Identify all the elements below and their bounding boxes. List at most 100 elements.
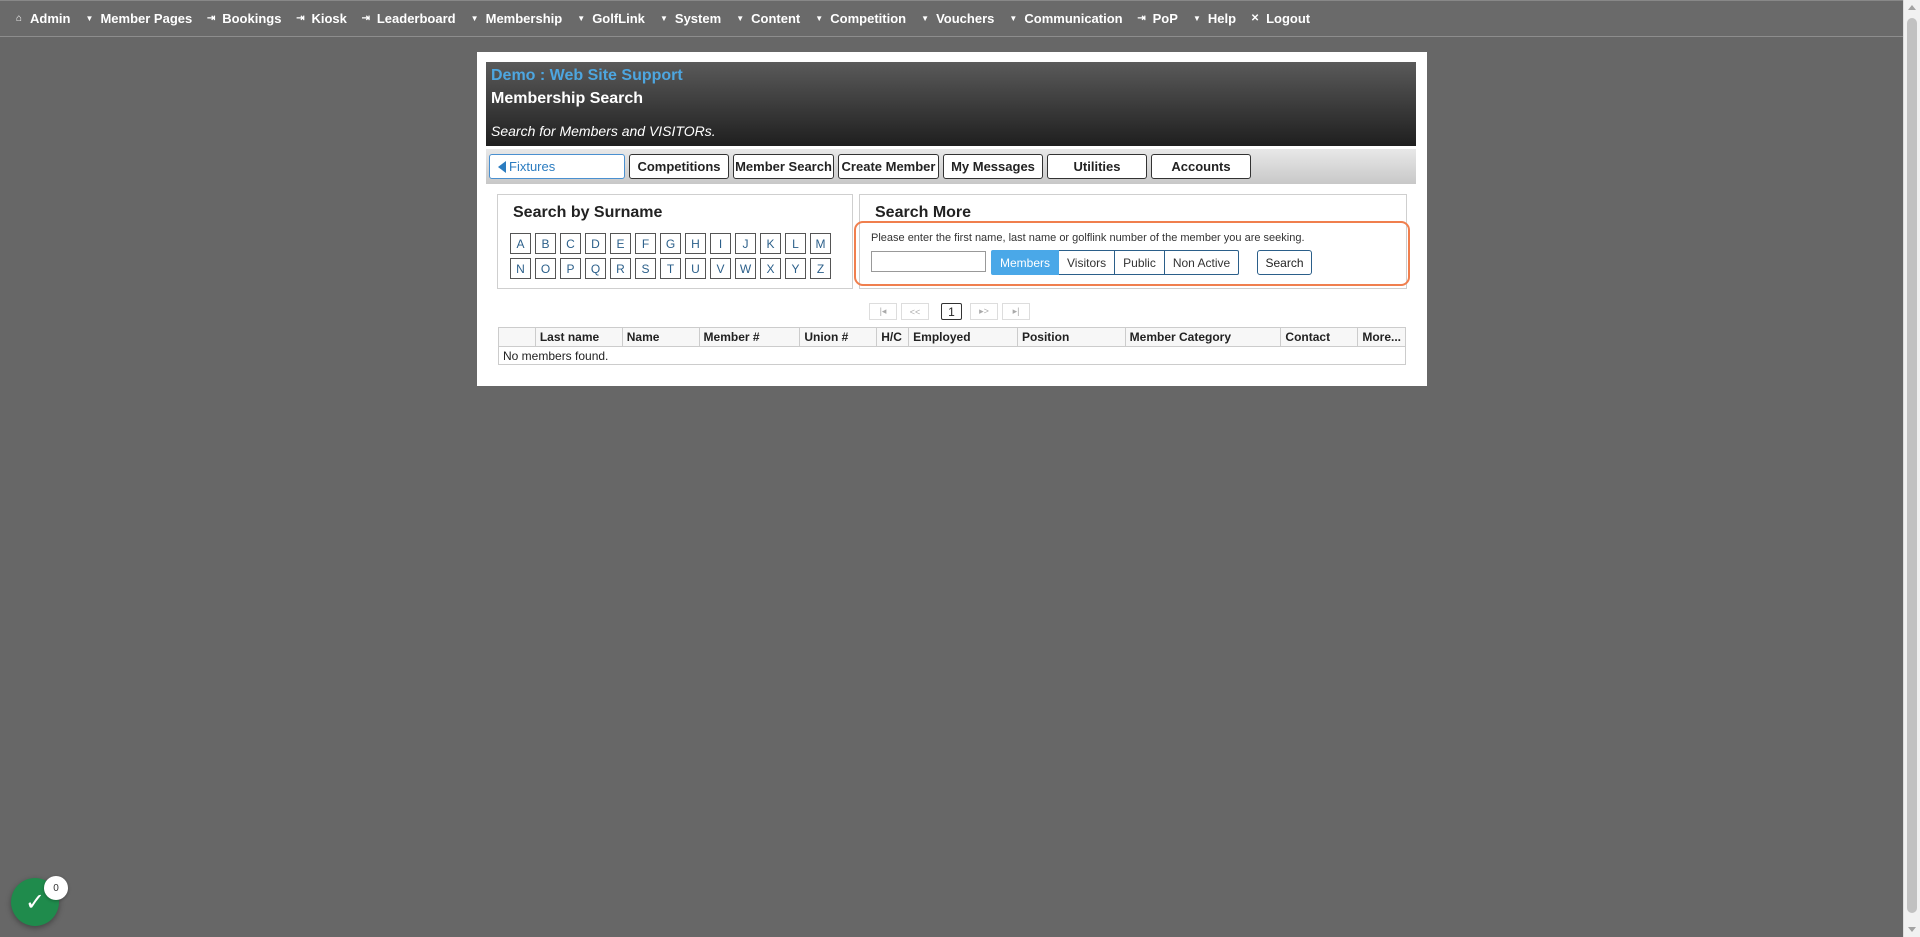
- nav-vouchers[interactable]: ▼ Vouchers: [920, 11, 994, 26]
- letter-button-f[interactable]: F: [635, 233, 656, 254]
- next-page-button[interactable]: ▸>: [970, 303, 998, 320]
- check-icon: ✓: [24, 888, 46, 916]
- nav-admin[interactable]: ⌂ Admin: [14, 11, 70, 26]
- nav-label: System: [674, 11, 722, 26]
- letter-button-n[interactable]: N: [510, 258, 531, 279]
- page-scrollbar[interactable]: [1903, 0, 1920, 937]
- members-table: Last name Name Member # Union # H/C Empl…: [498, 327, 1406, 365]
- letter-button-t[interactable]: T: [660, 258, 681, 279]
- nav-label: GolfLink: [592, 11, 645, 26]
- nav-content[interactable]: ▼ Content: [735, 11, 800, 26]
- nav-communication[interactable]: ▼ Communication: [1008, 11, 1122, 26]
- nav-membership[interactable]: ▼ Membership: [470, 11, 563, 26]
- filter-non-active-button[interactable]: Non Active: [1164, 250, 1240, 275]
- letter-button-w[interactable]: W: [735, 258, 756, 279]
- scroll-thumb[interactable]: [1907, 18, 1917, 913]
- letter-button-u[interactable]: U: [685, 258, 706, 279]
- letter-button-j[interactable]: J: [735, 233, 756, 254]
- scroll-up-arrow-icon[interactable]: [1908, 5, 1916, 10]
- search-button[interactable]: Search: [1257, 250, 1312, 275]
- col-member-category[interactable]: Member Category: [1124, 327, 1282, 347]
- tab-label: My Messages: [951, 159, 1035, 174]
- letter-button-v[interactable]: V: [710, 258, 731, 279]
- nav-label: Bookings: [222, 11, 282, 26]
- letter-button-m[interactable]: M: [810, 233, 831, 254]
- nav-help[interactable]: ▼ Help: [1192, 11, 1236, 26]
- search-more-title: Search More: [875, 204, 972, 221]
- tab-utilities[interactable]: Utilities: [1047, 154, 1147, 179]
- nav-label: Content: [751, 11, 801, 26]
- col-position[interactable]: Position: [1016, 327, 1126, 347]
- nav-label: Leaderboard: [376, 11, 456, 26]
- letter-button-o[interactable]: O: [535, 258, 556, 279]
- nav-leaderboard[interactable]: ⇥ Leaderboard: [361, 11, 456, 26]
- filter-visitors-button[interactable]: Visitors: [1059, 250, 1116, 275]
- member-search-input[interactable]: [871, 251, 986, 272]
- first-page-button[interactable]: |◂: [869, 303, 897, 320]
- nav-logout[interactable]: ✕ Logout: [1250, 11, 1310, 26]
- filter-public-button[interactable]: Public: [1115, 250, 1165, 275]
- caret-down-icon: ▼: [1192, 14, 1201, 23]
- scroll-down-arrow-icon[interactable]: [1908, 927, 1916, 932]
- letter-button-i[interactable]: I: [710, 233, 731, 254]
- link-icon: ⇥: [1137, 13, 1146, 24]
- nav-system[interactable]: ▼ System: [659, 11, 721, 26]
- filter-members-button[interactable]: Members: [991, 250, 1060, 275]
- letter-button-h[interactable]: H: [685, 233, 706, 254]
- col-handicap[interactable]: H/C: [876, 327, 910, 347]
- current-page[interactable]: 1: [941, 303, 962, 320]
- tab-create-member[interactable]: Create Member: [838, 154, 939, 179]
- caret-down-icon: ▼: [736, 14, 745, 23]
- nav-competition[interactable]: ▼ Competition: [814, 11, 906, 26]
- letter-button-l[interactable]: L: [785, 233, 806, 254]
- tab-competitions[interactable]: Competitions: [629, 154, 729, 179]
- caret-down-icon: ▼: [470, 14, 479, 23]
- letter-button-d[interactable]: D: [585, 233, 606, 254]
- caret-down-icon: ▼: [577, 14, 586, 23]
- col-last-name[interactable]: Last name: [534, 327, 623, 347]
- col-more[interactable]: More...: [1357, 327, 1406, 347]
- tab-accounts[interactable]: Accounts: [1151, 154, 1251, 179]
- last-page-button[interactable]: ▸|: [1002, 303, 1030, 320]
- prev-page-button[interactable]: <<: [901, 303, 929, 320]
- letter-button-b[interactable]: B: [535, 233, 556, 254]
- tab-member-search[interactable]: Member Search: [733, 154, 834, 179]
- col-name[interactable]: Name: [621, 327, 700, 347]
- letter-button-p[interactable]: P: [560, 258, 581, 279]
- letter-button-g[interactable]: G: [660, 233, 681, 254]
- link-icon: ⇥: [361, 13, 371, 24]
- nav-golflink[interactable]: ▼ GolfLink: [576, 11, 645, 26]
- letter-button-k[interactable]: K: [760, 233, 781, 254]
- letter-button-y[interactable]: Y: [785, 258, 806, 279]
- letter-button-q[interactable]: Q: [585, 258, 606, 279]
- col-member-number[interactable]: Member #: [698, 327, 801, 347]
- page-title: Membership Search: [491, 90, 644, 107]
- letter-button-z[interactable]: Z: [810, 258, 831, 279]
- letter-button-a[interactable]: A: [510, 233, 531, 254]
- letter-button-s[interactable]: S: [635, 258, 656, 279]
- nav-label: Kiosk: [311, 11, 347, 26]
- search-by-surname-title: Search by Surname: [513, 204, 663, 221]
- col-employed[interactable]: Employed: [908, 327, 1018, 347]
- surname-letter-grid: ABCDEFGHIJKLM NOPQRSTUVWXYZ: [510, 233, 835, 283]
- nav-pop[interactable]: ⇥ PoP: [1137, 11, 1178, 26]
- nav-label: Competition: [830, 11, 907, 26]
- nav-member-pages[interactable]: ▼ Member Pages: [84, 11, 192, 26]
- nav-kiosk[interactable]: ⇥ Kiosk: [295, 11, 347, 26]
- letter-button-c[interactable]: C: [560, 233, 581, 254]
- page-subtitle: Search for Members and VISITORs.: [491, 123, 716, 139]
- nav-label: Help: [1207, 11, 1237, 26]
- letter-button-e[interactable]: E: [610, 233, 631, 254]
- nav-bookings[interactable]: ⇥ Bookings: [206, 11, 281, 26]
- tab-bar: Fixtures Competitions Member Search Crea…: [486, 149, 1416, 184]
- caret-down-icon: ▼: [1009, 14, 1018, 23]
- letter-button-x[interactable]: X: [760, 258, 781, 279]
- col-contact[interactable]: Contact: [1280, 327, 1359, 347]
- nav-label: Admin: [30, 11, 71, 26]
- tab-label: Competitions: [637, 159, 721, 174]
- search-hint: Please enter the first name, last name o…: [871, 232, 1305, 244]
- letter-button-r[interactable]: R: [610, 258, 631, 279]
- tab-my-messages[interactable]: My Messages: [943, 154, 1043, 179]
- col-union-number[interactable]: Union #: [799, 327, 878, 347]
- tab-fixtures-back[interactable]: Fixtures: [489, 154, 625, 179]
